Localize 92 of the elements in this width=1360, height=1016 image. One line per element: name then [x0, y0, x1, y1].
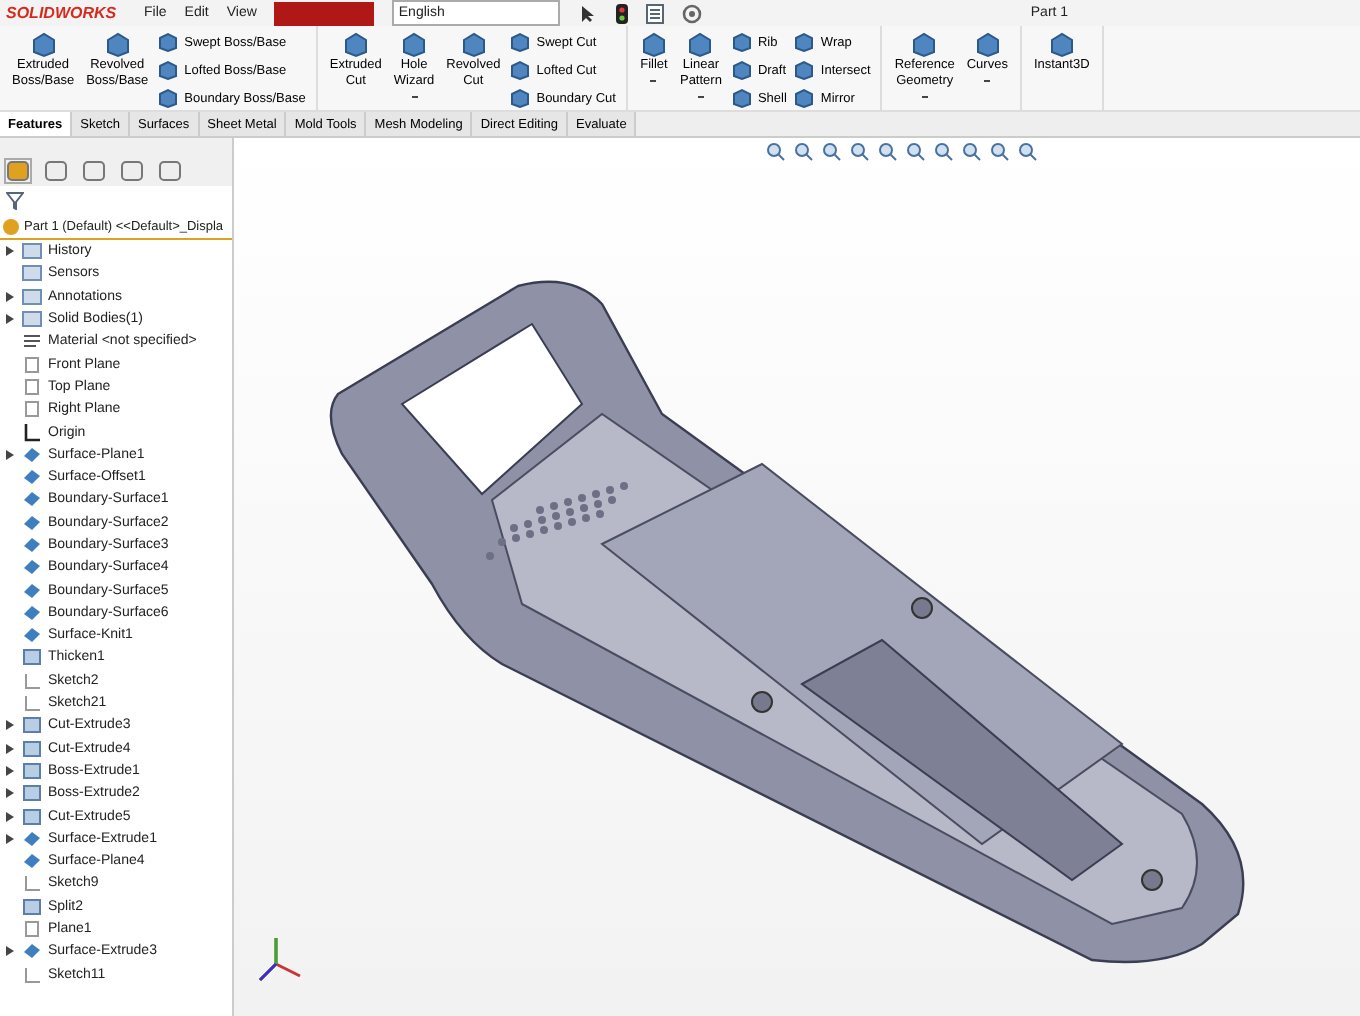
dropdown-caret-icon[interactable] [921, 96, 928, 98]
feature-icon [639, 32, 668, 58]
view-tool-icon[interactable] [822, 142, 842, 162]
tree-node-icon [22, 942, 42, 961]
view-tool-icon[interactable] [1018, 142, 1038, 162]
dropdown-caret-icon[interactable] [650, 80, 657, 82]
expand-arrow-icon[interactable] [6, 743, 14, 754]
feature-icon [510, 60, 531, 80]
tree-node-icon [22, 761, 42, 780]
tree-node-icon [22, 490, 42, 509]
tree-node-icon [22, 807, 42, 826]
tree-node-icon [22, 558, 42, 577]
view-tool-icon[interactable] [794, 142, 814, 162]
dropdown-caret-icon[interactable] [697, 96, 704, 98]
tree-node-icon [22, 287, 42, 306]
feature-icon [29, 32, 58, 58]
tree-node-icon [22, 874, 42, 893]
expand-arrow-icon[interactable] [6, 811, 14, 822]
view-tool-icon[interactable] [934, 142, 954, 162]
panel-tab-icon[interactable] [44, 160, 68, 182]
view-tool-icon[interactable] [878, 142, 898, 162]
feature-icon [400, 32, 428, 58]
app-logo: SOLIDWORKS [6, 4, 119, 22]
tree-node-icon [22, 965, 42, 984]
tree-node-icon [22, 716, 42, 735]
feature-icon [158, 32, 179, 52]
tree-node-icon [22, 626, 42, 645]
feature-icon [686, 32, 715, 58]
dropdown-caret-icon[interactable] [411, 96, 417, 98]
panel-tab-icon[interactable] [6, 160, 30, 182]
tree-node-icon [22, 603, 42, 622]
feature-icon [510, 32, 531, 52]
pointer-icon[interactable] [578, 3, 599, 23]
tree-node-icon [22, 920, 42, 939]
traffic-light-icon[interactable] [616, 3, 629, 23]
tree-node-icon [22, 264, 42, 283]
filter-icon[interactable] [6, 192, 24, 210]
tree-node-icon [22, 648, 42, 667]
tree-node-icon [22, 513, 42, 532]
tree-node-icon [22, 310, 42, 329]
panel-tab-icon[interactable] [82, 160, 106, 182]
tree-node-icon [22, 581, 42, 600]
dropdown-caret-icon[interactable] [984, 80, 991, 82]
tree-node-icon [22, 829, 42, 848]
expand-arrow-icon[interactable] [6, 449, 14, 460]
feature-icon [341, 32, 370, 58]
view-tool-icon[interactable] [906, 142, 926, 162]
tree-node-icon [22, 739, 42, 758]
expand-arrow-icon[interactable] [6, 946, 14, 957]
feature-icon [731, 60, 752, 80]
view-tool-icon[interactable] [850, 142, 870, 162]
view-tool-icon[interactable] [990, 142, 1010, 162]
tree-node-icon [22, 536, 42, 554]
expand-arrow-icon[interactable] [6, 833, 14, 844]
feature-icon [794, 60, 815, 80]
tree-node-icon [22, 242, 42, 261]
feature-icon [731, 32, 752, 52]
expand-arrow-icon[interactable] [6, 291, 14, 302]
expand-arrow-icon[interactable] [6, 720, 14, 731]
feature-icon [158, 88, 179, 108]
tree-node-icon [22, 377, 42, 396]
feature-icon [794, 88, 815, 108]
tree-node-icon [22, 671, 42, 690]
feature-icon [794, 32, 815, 52]
view-tool-icon[interactable] [962, 142, 982, 162]
tree-node-icon [22, 897, 42, 916]
expand-arrow-icon[interactable] [6, 765, 14, 776]
feature-icon [731, 88, 752, 108]
expand-arrow-icon[interactable] [6, 246, 14, 257]
feature-icon [158, 60, 179, 80]
feature-icon [973, 32, 1002, 58]
feature-icon [1047, 32, 1076, 58]
tree-node-icon [22, 400, 42, 419]
expand-arrow-icon[interactable] [6, 314, 14, 325]
tree-node-icon [22, 694, 42, 713]
feature-icon [459, 32, 488, 58]
view-tool-icon[interactable] [766, 142, 786, 162]
tree-node-icon [22, 423, 42, 442]
tree-node-icon [22, 332, 42, 351]
feature-icon [910, 32, 939, 58]
panel-tab-icon[interactable] [120, 160, 144, 182]
feature-icon [103, 32, 132, 58]
tree-node-icon [22, 784, 42, 803]
panel-tab-icon[interactable] [158, 160, 182, 182]
expand-arrow-icon[interactable] [6, 788, 14, 799]
banner-image-placeholder [274, 1, 375, 25]
feature-icon [510, 88, 531, 108]
tree-node-icon [22, 468, 42, 487]
tree-node-icon [22, 355, 42, 374]
tree-node-icon [22, 445, 42, 464]
list-icon[interactable] [646, 3, 665, 23]
tree-node-icon [22, 852, 42, 871]
